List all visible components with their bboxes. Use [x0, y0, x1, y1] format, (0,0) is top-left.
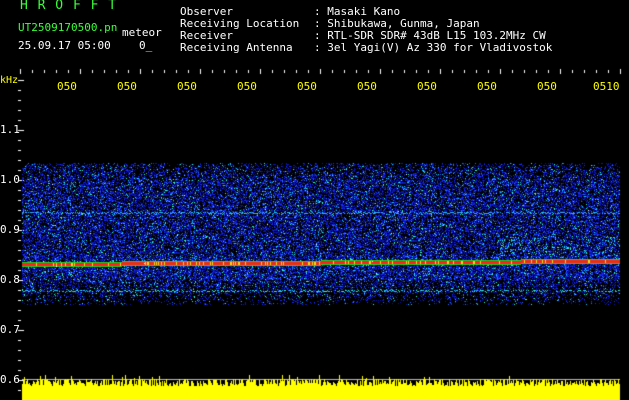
app-logo: H R O F F T: [20, 0, 118, 13]
meteor-count: 0_: [139, 39, 153, 52]
time-tick-label: 050: [417, 80, 437, 93]
time-tick-label: 050: [237, 80, 257, 93]
info-label-antenna: Receiving Antenna: [180, 41, 293, 54]
y-tick-label: 1.1: [0, 123, 20, 136]
y-tick-label: 0.6: [0, 373, 20, 386]
file-name: UT2509170500.pn: [18, 21, 118, 34]
meteor-label: meteor: [122, 26, 162, 39]
info-value-antenna: : 3el Yagi(V) Az 330 for Vladivostok: [314, 41, 553, 54]
y-tick-label: 0.9: [0, 223, 20, 236]
time-tick-label: 050: [177, 80, 197, 93]
y-tick-label: 0.7: [0, 323, 20, 336]
time-tick-label: 050: [357, 80, 377, 93]
hrofft-window: H R O F F T UT2509170500.pn meteor 25.09…: [0, 0, 629, 400]
date-time: 25.09.17 05:00: [18, 39, 111, 52]
time-tick-label: 0510: [593, 80, 620, 93]
y-tick-label: 1.0: [0, 173, 20, 186]
time-tick-label: 050: [297, 80, 317, 93]
time-tick-label: 050: [537, 80, 557, 93]
time-tick-label: 050: [117, 80, 137, 93]
time-tick-label: 050: [477, 80, 497, 93]
y-tick-label: 0.8: [0, 273, 20, 286]
time-tick-label: 050: [57, 80, 77, 93]
spectrogram-canvas: [0, 0, 629, 400]
axis-unit-label: kHz: [0, 75, 19, 86]
